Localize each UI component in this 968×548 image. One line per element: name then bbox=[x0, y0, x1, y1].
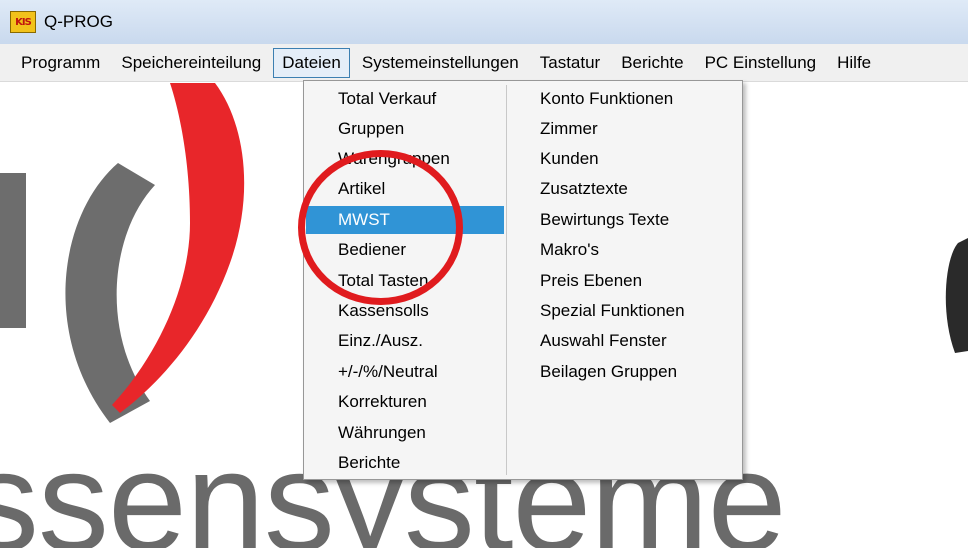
menuitem-kunden[interactable]: Kunden bbox=[510, 145, 740, 173]
menuitem-spezial-funktionen[interactable]: Spezial Funktionen bbox=[510, 297, 740, 325]
dateien-dropdown: Total Verkauf Gruppen Warengruppen Artik… bbox=[303, 80, 743, 480]
menuitem-total-tasten[interactable]: Total Tasten bbox=[306, 267, 504, 295]
app-icon-text: KIS bbox=[15, 16, 32, 28]
menuitem-total-verkauf[interactable]: Total Verkauf bbox=[306, 85, 504, 113]
menu-dateien[interactable]: Dateien bbox=[273, 47, 350, 78]
menuitem-beilagen-gruppen[interactable]: Beilagen Gruppen bbox=[510, 358, 740, 386]
menuitem-preis-ebenen[interactable]: Preis Ebenen bbox=[510, 267, 740, 295]
menu-hilfe[interactable]: Hilfe bbox=[828, 48, 880, 78]
column-divider bbox=[506, 85, 507, 475]
menuitem-zimmer[interactable]: Zimmer bbox=[510, 115, 740, 143]
menuitem-einz-ausz[interactable]: Einz./Ausz. bbox=[306, 327, 504, 355]
menu-berichte[interactable]: Berichte bbox=[612, 48, 692, 78]
app-icon[interactable]: KIS bbox=[10, 11, 36, 33]
menu-pc-einstellung[interactable]: PC Einstellung bbox=[696, 48, 826, 78]
menuitem-kassensolls[interactable]: Kassensolls bbox=[306, 297, 504, 325]
menuitem-makros[interactable]: Makro's bbox=[510, 236, 740, 264]
menu-speichereinteilung[interactable]: Speichereinteilung bbox=[112, 48, 270, 78]
menuitem-plus-minus-neutral[interactable]: +/-/%/Neutral bbox=[306, 358, 504, 386]
menuitem-korrekturen[interactable]: Korrekturen bbox=[306, 388, 504, 416]
menuitem-gruppen[interactable]: Gruppen bbox=[306, 115, 504, 143]
menu-programm[interactable]: Programm bbox=[12, 48, 109, 78]
menuitem-bewirtungs-texte[interactable]: Bewirtungs Texte bbox=[510, 206, 740, 234]
menuitem-zusatztexte[interactable]: Zusatztexte bbox=[510, 175, 740, 203]
menu-bar: Programm Speichereinteilung Dateien Syst… bbox=[0, 44, 968, 82]
menu-systemeinstellungen[interactable]: Systemeinstellungen bbox=[353, 48, 528, 78]
menuitem-auswahl-fenster[interactable]: Auswahl Fenster bbox=[510, 327, 740, 355]
window-title: Q-PROG bbox=[44, 12, 113, 31]
menuitem-warengruppen[interactable]: Warengruppen bbox=[306, 145, 504, 173]
menuitem-berichte[interactable]: Berichte bbox=[306, 449, 504, 477]
menuitem-konto-funktionen[interactable]: Konto Funktionen bbox=[510, 85, 740, 113]
menu-tastatur[interactable]: Tastatur bbox=[531, 48, 609, 78]
menuitem-bediener[interactable]: Bediener bbox=[306, 236, 504, 264]
menuitem-artikel[interactable]: Artikel bbox=[306, 175, 504, 203]
title-bar: KIS Q-PROG bbox=[0, 0, 968, 44]
menuitem-waehrungen[interactable]: Währungen bbox=[306, 419, 504, 447]
menuitem-mwst[interactable]: MWST bbox=[306, 206, 504, 234]
